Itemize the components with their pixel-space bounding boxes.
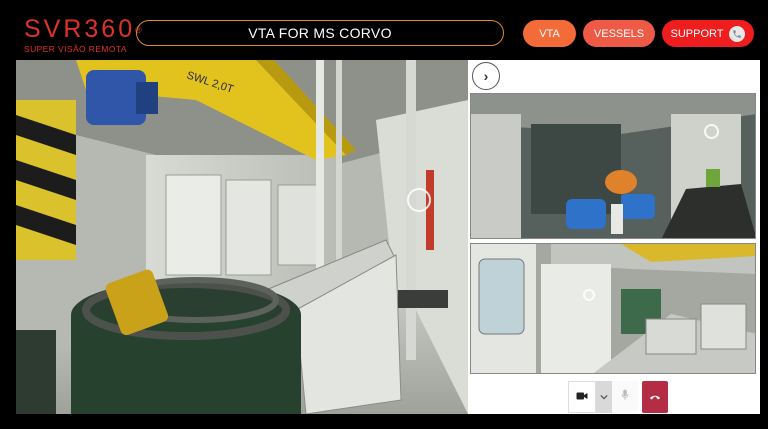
phone-icon bbox=[729, 25, 746, 42]
session-title: VTA FOR MS CORVO bbox=[136, 20, 504, 46]
svr360-logo: SVR360® SUPER VISÃO REMOTA bbox=[24, 15, 145, 55]
video-camera-icon bbox=[576, 388, 588, 406]
camera-thumbnail-1[interactable] bbox=[470, 93, 756, 239]
thumbnail-2-image bbox=[471, 244, 755, 373]
chevron-right-icon: › bbox=[483, 68, 489, 84]
hang-up-button[interactable] bbox=[642, 381, 668, 413]
collapse-panel-button[interactable]: › bbox=[472, 62, 500, 90]
vta-button[interactable]: VTA bbox=[523, 20, 576, 47]
logo-main-text: SVR360 bbox=[24, 15, 136, 43]
camera-options-button[interactable] bbox=[596, 381, 612, 413]
logo-subtitle: SUPER VISÃO REMOTA bbox=[24, 44, 127, 54]
thumbnail-1-image bbox=[471, 94, 755, 238]
microphone-icon bbox=[621, 388, 629, 406]
chevron-down-icon bbox=[600, 392, 608, 403]
vessels-button[interactable]: VESSELS bbox=[583, 20, 655, 47]
engine-room-panorama: SWL 2,0T bbox=[16, 60, 468, 414]
vessels-button-label: VESSELS bbox=[593, 27, 645, 40]
support-button[interactable]: SUPPORT bbox=[662, 20, 754, 47]
support-button-label: SUPPORT bbox=[670, 27, 724, 40]
thumbnail-1-hotspot[interactable] bbox=[704, 124, 719, 139]
side-panel: › bbox=[468, 60, 760, 414]
camera-toggle-button[interactable] bbox=[568, 381, 596, 413]
thumbnail-2-hotspot[interactable] bbox=[583, 289, 595, 301]
main-360-view[interactable]: SWL 2,0T bbox=[16, 60, 468, 414]
hang-up-icon bbox=[649, 388, 661, 406]
vta-button-label: VTA bbox=[539, 27, 560, 40]
main-view-hotspot[interactable] bbox=[407, 188, 431, 212]
session-title-text: VTA FOR MS CORVO bbox=[248, 25, 392, 41]
camera-thumbnail-2[interactable] bbox=[470, 243, 756, 374]
microphone-button[interactable] bbox=[612, 381, 638, 413]
video-call-controls bbox=[568, 381, 668, 413]
